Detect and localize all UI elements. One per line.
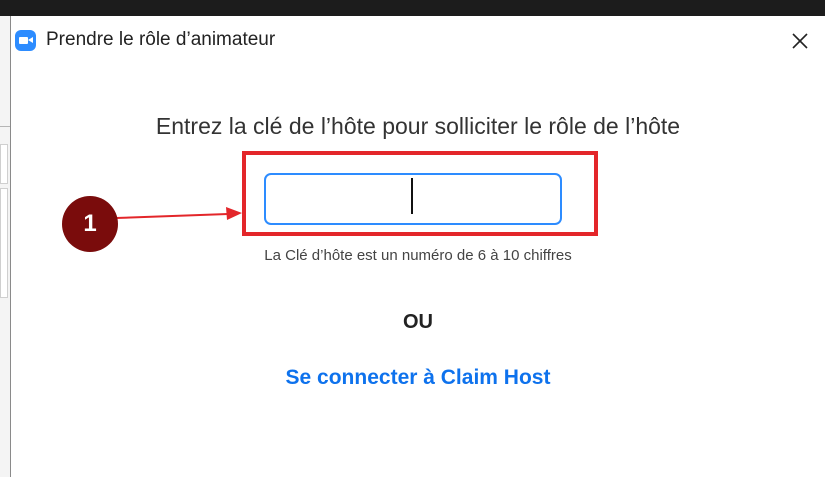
- step-marker: 1: [62, 196, 118, 252]
- annotation-arrow: [115, 207, 242, 220]
